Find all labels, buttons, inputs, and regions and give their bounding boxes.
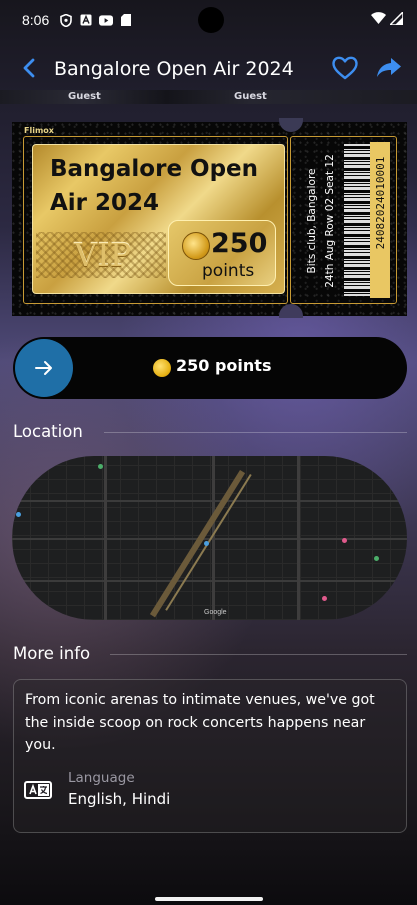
language-translate-icon <box>24 779 52 801</box>
map-poi <box>374 556 379 561</box>
front-camera <box>198 7 224 33</box>
ticket-event-name: Bangalore Open Air 2024 <box>50 156 259 216</box>
map-poi <box>98 464 103 469</box>
share-icon <box>377 58 401 77</box>
shield-icon <box>59 13 73 27</box>
section-divider <box>110 654 407 655</box>
guest-label: Guest <box>234 91 267 102</box>
youtube-icon <box>99 13 114 27</box>
back-arrow-icon <box>23 58 35 78</box>
ticket-tier: VIP <box>74 236 132 274</box>
section-divider <box>104 432 407 433</box>
barcode-number: 24082024010001 <box>374 156 387 250</box>
more-info-description: From iconic arenas to intimate venues, w… <box>25 692 375 753</box>
guest-label: Guest <box>68 91 101 102</box>
ticket-points-value: 250 <box>211 228 268 259</box>
slide-knob[interactable] <box>15 339 73 397</box>
section-title-location: Location <box>13 422 83 441</box>
signal-icon <box>388 10 404 29</box>
section-title-more-info: More info <box>13 644 91 663</box>
slide-points-label: 250 points <box>176 356 272 375</box>
ticket-venue: Bits club, Bangalore <box>306 168 318 274</box>
map-poi <box>204 541 209 546</box>
map-wordmark: Google <box>204 609 227 616</box>
coin-icon <box>182 232 210 260</box>
status-bar: 8:06 <box>0 0 417 40</box>
a-icon <box>79 13 93 27</box>
page-title: Bangalore Open Air 2024 <box>54 58 294 80</box>
guest-strip: Guest Guest <box>0 90 417 104</box>
share-button[interactable] <box>375 54 403 82</box>
app-header: Bangalore Open Air 2024 <box>0 40 417 96</box>
ticket-brand: Flimox <box>24 126 54 135</box>
heart-icon <box>332 56 358 80</box>
map-poi <box>342 538 347 543</box>
sd-card-icon <box>119 13 133 27</box>
arrow-right-icon <box>35 361 52 375</box>
language-label: Language <box>68 770 135 786</box>
status-time: 8:06 <box>22 12 50 28</box>
coin-icon <box>153 359 171 377</box>
map-poi <box>16 512 21 517</box>
ticket-points-label: points <box>202 261 255 281</box>
home-indicator[interactable] <box>155 897 263 901</box>
wifi-icon <box>371 12 386 29</box>
ticket-seat-details: 24th Aug Row 02 Seat 12 <box>324 154 336 288</box>
language-value: English, Hindi <box>68 790 171 808</box>
map-poi <box>322 596 327 601</box>
favorite-button[interactable] <box>330 53 360 83</box>
back-button[interactable] <box>16 54 44 82</box>
